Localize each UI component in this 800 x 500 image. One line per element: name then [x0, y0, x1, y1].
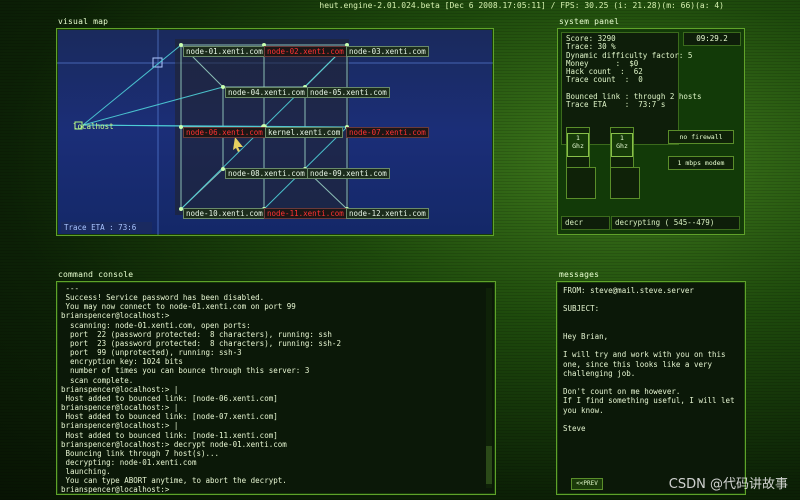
cpu-chip-2[interactable]: 1 Ghz — [611, 133, 633, 157]
node-01[interactable]: node-01.xenti.com — [183, 46, 266, 57]
prev-message-button[interactable]: <<PREV — [571, 478, 603, 490]
command-console-title: command console — [58, 270, 134, 279]
firewall-module[interactable]: no firewall — [668, 130, 734, 144]
node-02[interactable]: node-02.xenti.com — [264, 46, 347, 57]
status-bar: heut.engine-2.01.024.beta [Dec 6 2008.17… — [0, 0, 800, 12]
node-12[interactable]: node-12.xenti.com — [346, 208, 429, 219]
node-09[interactable]: node-09.xenti.com — [307, 168, 390, 179]
message-from: FROM: steve@mail.steve.server — [563, 286, 694, 295]
decrypt-status-row: decr decrypting ( 545--479) — [561, 216, 741, 230]
message-body: Hey Brian, I will try and work with you … — [563, 332, 735, 434]
messages-panel: FROM: steve@mail.steve.server SUBJECT: H… — [556, 281, 746, 495]
node-05[interactable]: node-05.xenti.com — [307, 87, 390, 98]
visual-map-title: visual map — [58, 17, 109, 26]
localhost-node[interactable]: localhost — [71, 122, 116, 131]
system-panel: Score: 3290 Trace: 30 % Dynamic difficul… — [557, 28, 745, 235]
message-subject: SUBJECT: — [563, 304, 600, 314]
map-trace-eta: Trace ETA : 73:6 — [61, 222, 152, 233]
visual-map-panel[interactable]: localhost node-01.xenti.com node-02.xent… — [56, 28, 494, 236]
node-03[interactable]: node-03.xenti.com — [346, 46, 429, 57]
cpu-chip-1[interactable]: 1 Ghz — [567, 133, 589, 157]
engine-status-text: heut.engine-2.01.024.beta [Dec 6 2008.17… — [319, 1, 724, 10]
kernel-node[interactable]: kernel.xenti.com — [265, 127, 344, 138]
node-07[interactable]: node-07.xenti.com — [346, 127, 429, 138]
decrypt-progress: decrypting ( 545--479) — [611, 216, 740, 230]
decrypt-label: decr — [561, 216, 610, 230]
game-clock: 09:29.2 — [683, 32, 741, 46]
console-scrollbar[interactable] — [486, 288, 492, 488]
console-output[interactable]: --- Success! Service password has been d… — [61, 284, 481, 495]
memory-slot-1[interactable] — [566, 167, 596, 199]
modem-module[interactable]: 1 mbps modem — [668, 156, 734, 170]
console-scroll-thumb[interactable] — [486, 446, 492, 484]
memory-slot-2[interactable] — [610, 167, 640, 199]
node-04[interactable]: node-04.xenti.com — [225, 87, 308, 98]
node-06[interactable]: node-06.xenti.com — [183, 127, 266, 138]
system-panel-title: system panel — [559, 17, 620, 26]
node-08[interactable]: node-08.xenti.com — [225, 168, 308, 179]
watermark-text: CSDN @代码讲故事 — [668, 477, 788, 492]
message-content: FROM: steve@mail.steve.server SUBJECT: H… — [563, 286, 741, 433]
messages-title: messages — [559, 270, 600, 279]
command-console[interactable]: --- Success! Service password has been d… — [56, 281, 496, 495]
node-11[interactable]: node-11.xenti.com — [264, 208, 347, 219]
node-10[interactable]: node-10.xenti.com — [183, 208, 266, 219]
